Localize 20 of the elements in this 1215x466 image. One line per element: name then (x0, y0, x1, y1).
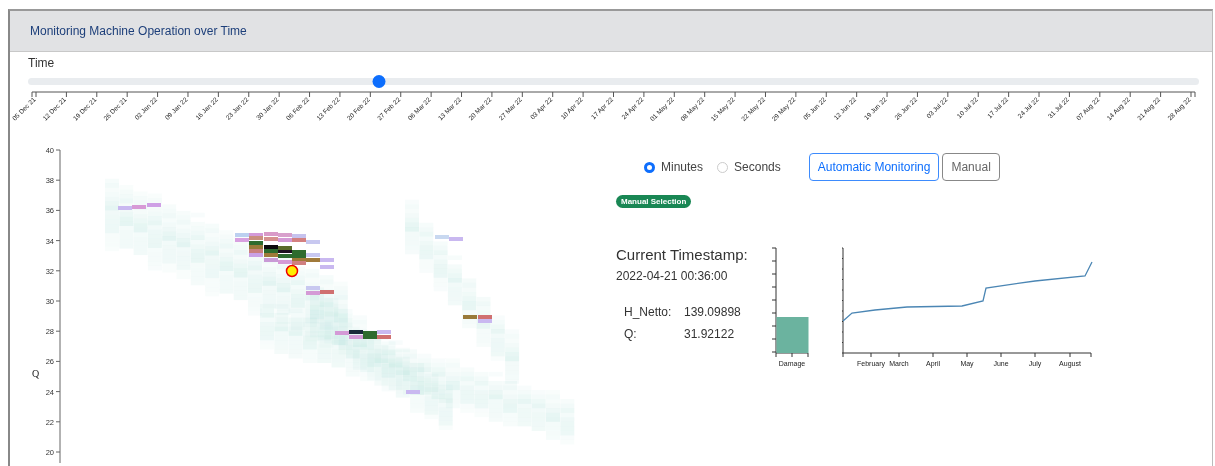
slider-label: Time (28, 56, 56, 70)
timestamp-title: Current Timestamp: (616, 246, 749, 263)
current-point-marker (285, 264, 299, 278)
unit-radio[interactable]: Seconds (717, 160, 781, 174)
mode-button[interactable]: Manual (942, 153, 1000, 181)
panel-title: Monitoring Machine Operation over Time (30, 24, 247, 38)
radio-icon[interactable] (717, 161, 729, 173)
slider-thumb[interactable] (372, 75, 386, 88)
unit-radio[interactable]: Minutes (644, 160, 704, 174)
timestamp-value: 2022-04-21 00:36:00 (616, 269, 729, 283)
reading-value: 31.92122 (684, 327, 736, 341)
reading-name: Q: (624, 327, 638, 341)
y-axis-label: Q (32, 368, 40, 379)
radio-icon[interactable] (644, 161, 655, 173)
status-badge: Manual Selection (616, 195, 692, 208)
time-slider[interactable] (28, 78, 1199, 85)
damage-bar (776, 317, 809, 353)
reading-name: H_Netto: (624, 305, 673, 319)
mode-button[interactable]: Automatic Monitoring (808, 153, 940, 181)
reading-value: 139.09898 (684, 305, 742, 319)
